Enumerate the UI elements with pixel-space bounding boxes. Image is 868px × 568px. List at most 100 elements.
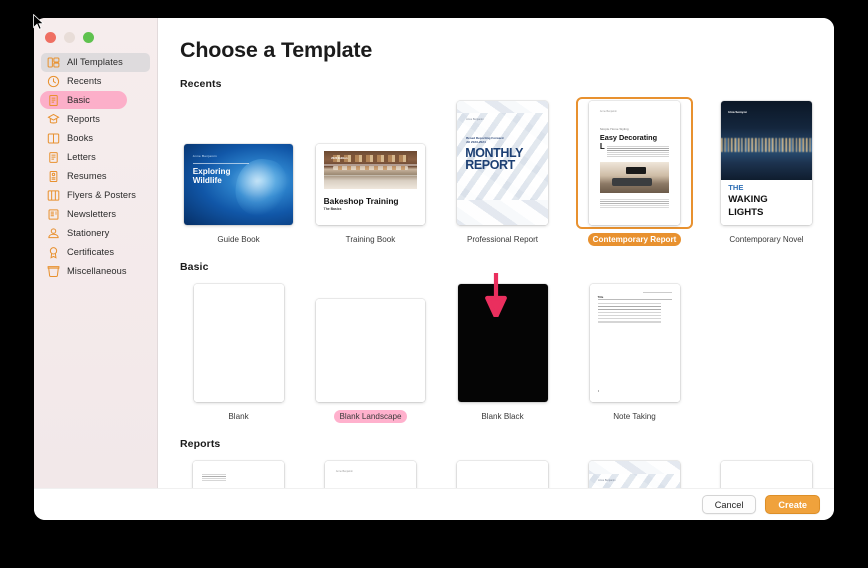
- template-caption: Note Taking: [608, 410, 661, 423]
- template-caption: Blank: [223, 410, 253, 423]
- sidebar-item-basic[interactable]: Basic: [40, 91, 150, 110]
- template-thumbnail[interactable]: [312, 295, 429, 406]
- basic-doc-icon: [47, 94, 60, 107]
- cancel-button[interactable]: Cancel: [701, 495, 757, 514]
- section-basic: Basic Blank Blank Landscape Blank Black Titl…: [180, 261, 834, 424]
- template-card[interactable]: Geology 101 ReportThe place, the look an…: [708, 457, 825, 488]
- sidebar-item-label: Books: [67, 133, 94, 144]
- template-card[interactable]: Blank: [180, 280, 297, 423]
- template-thumbnail[interactable]: Irina Semyon THE WAKING LIGHTS: [708, 97, 825, 229]
- sidebar-item-recents[interactable]: Recents: [41, 72, 150, 91]
- template-thumbnail[interactable]: 2023 Edition Bakeshop Training The Basics: [312, 140, 429, 229]
- template-thumbnail[interactable]: Geology 101 ReportThe place, the look an…: [708, 457, 825, 488]
- screen: All Templates Recents Basic Reports Books Let…: [0, 0, 868, 568]
- template-card[interactable]: Blank Landscape: [312, 295, 429, 424]
- mouse-cursor: [33, 14, 44, 30]
- template-thumbnail[interactable]: [180, 280, 297, 406]
- sidebar-item-reports[interactable]: Reports: [41, 110, 150, 129]
- template-caption-text: Blank Landscape: [339, 411, 402, 421]
- template-caption: Training Book: [341, 233, 401, 246]
- template-preview: [457, 284, 548, 403]
- sidebar-item-label: Basic: [67, 95, 90, 106]
- create-button[interactable]: Create: [765, 495, 820, 514]
- miscellaneous-icon: [47, 265, 60, 278]
- template-card[interactable]: Anne BenjaminSimple Home StylingEasy Dec…: [312, 457, 429, 488]
- template-preview: [457, 461, 548, 488]
- sidebar-item-letters[interactable]: Letters: [41, 148, 150, 167]
- sidebar-item-label: Recents: [67, 76, 102, 87]
- sidebar-item-resumes[interactable]: Resumes: [41, 167, 150, 186]
- flyers-icon: [47, 189, 60, 202]
- resumes-icon: [47, 170, 60, 183]
- letters-icon: [47, 151, 60, 164]
- template-preview: Title: [589, 284, 680, 403]
- template-caption: Guide Book: [212, 233, 264, 246]
- template-preview: [193, 284, 284, 403]
- template-caption-text: Contemporary Novel: [729, 234, 804, 244]
- all-templates-icon: [47, 56, 60, 69]
- template-preview: Anne BenjaminSimple Home StylingEasy Dec…: [589, 101, 680, 225]
- sidebar-item-miscellaneous[interactable]: Miscellaneous: [41, 262, 150, 281]
- template-thumbnail[interactable]: Anne BenjaminBroad Reporting ForwardAll …: [444, 97, 561, 229]
- sidebar-item-flyers-posters[interactable]: Flyers & Posters: [41, 186, 150, 205]
- sidebar-item-newsletters[interactable]: Newsletters: [41, 205, 150, 224]
- template-caption-text: Professional Report: [466, 234, 539, 244]
- template-thumbnail[interactable]: [444, 280, 561, 406]
- template-card[interactable]: Anne BenjaminBroad Reporting ForwardAll …: [576, 457, 693, 488]
- template-caption: Blank Landscape: [334, 410, 407, 424]
- section-heading: Reports: [180, 438, 221, 451]
- template-card[interactable]: [444, 457, 561, 488]
- section-recents: Recents Anne Benjamin Exploring Wildlife Gui…: [180, 78, 834, 247]
- sidebar: All Templates Recents Basic Reports Books Let…: [34, 18, 158, 488]
- template-preview: 2023 Edition Bakeshop Training The Basics: [316, 144, 425, 225]
- template-sections: Recents Anne Benjamin Exploring Wildlife Gui…: [180, 78, 834, 488]
- window-traffic-lights: [34, 23, 157, 53]
- template-card[interactable]: Geology 101 ReportThe place, the look an…: [180, 457, 297, 488]
- template-caption: Professional Report: [462, 233, 543, 246]
- sidebar-item-label: Certificates: [67, 247, 115, 258]
- template-chooser-window: All Templates Recents Basic Reports Books Let…: [34, 18, 834, 520]
- sidebar-item-stationery[interactable]: Stationery: [41, 224, 150, 243]
- template-thumbnail[interactable]: Geology 101 ReportThe place, the look an…: [180, 457, 297, 488]
- template-caption-text: Contemporary Report: [592, 234, 677, 244]
- template-thumbnail[interactable]: [444, 457, 561, 488]
- template-card[interactable]: Anne Benjamin Exploring Wildlife Guide Book: [180, 140, 297, 246]
- books-icon: [47, 132, 60, 145]
- zoom-button[interactable]: [83, 32, 94, 43]
- template-card[interactable]: Anne BenjaminSimple Home StylingEasy Dec…: [576, 97, 693, 247]
- template-card[interactable]: Title Note Taking: [576, 280, 693, 423]
- template-caption-text: Blank Black: [481, 411, 524, 421]
- page-title: Choose a Template: [180, 38, 373, 62]
- sidebar-item-certificates[interactable]: Certificates: [41, 243, 150, 262]
- template-thumbnail[interactable]: Anne BenjaminSimple Home StylingEasy Dec…: [312, 457, 429, 488]
- sidebar-item-label: Flyers & Posters: [67, 190, 136, 201]
- template-preview: Anne BenjaminBroad Reporting ForwardAll …: [457, 101, 548, 225]
- template-preview: Geology 101 ReportThe place, the look an…: [721, 461, 812, 488]
- template-caption-text: Blank: [228, 411, 249, 421]
- sidebar-item-all-templates[interactable]: All Templates: [41, 53, 150, 72]
- clock-icon: [47, 75, 60, 88]
- template-caption-text: Guide Book: [217, 234, 260, 244]
- sidebar-item-books[interactable]: Books: [41, 129, 150, 148]
- template-caption: Contemporary Novel: [724, 233, 808, 246]
- template-thumbnail[interactable]: Title: [576, 280, 693, 406]
- template-preview: Geology 101 ReportThe place, the look an…: [193, 461, 284, 488]
- template-row-inner: Geology 101 ReportThe place, the look an…: [180, 457, 834, 488]
- template-card[interactable]: 2023 Edition Bakeshop Training The Basics T…: [312, 140, 429, 246]
- sidebar-item-label: All Templates: [67, 57, 123, 68]
- stationery-icon: [47, 227, 60, 240]
- newsletters-icon: [47, 208, 60, 221]
- template-card[interactable]: Irina Semyon THE WAKING LIGHTS Contemporary …: [708, 97, 825, 246]
- template-browser: Choose a Template Recents Anne Benjamin Ex…: [158, 18, 834, 488]
- close-button[interactable]: [45, 32, 56, 43]
- minimize-button[interactable]: [64, 32, 75, 43]
- template-thumbnail[interactable]: Anne Benjamin Exploring Wildlife: [180, 140, 297, 229]
- template-thumbnail[interactable]: Anne BenjaminSimple Home StylingEasy Dec…: [576, 97, 693, 229]
- template-card[interactable]: Anne BenjaminBroad Reporting ForwardAll …: [444, 97, 561, 246]
- template-card[interactable]: Blank Black: [444, 280, 561, 423]
- sidebar-item-label: Miscellaneous: [67, 266, 127, 277]
- sidebar-item-label: Reports: [67, 114, 100, 125]
- section-heading: Basic: [180, 261, 209, 274]
- template-thumbnail[interactable]: Anne BenjaminBroad Reporting ForwardAll …: [576, 457, 693, 488]
- reports-icon: [47, 113, 60, 126]
